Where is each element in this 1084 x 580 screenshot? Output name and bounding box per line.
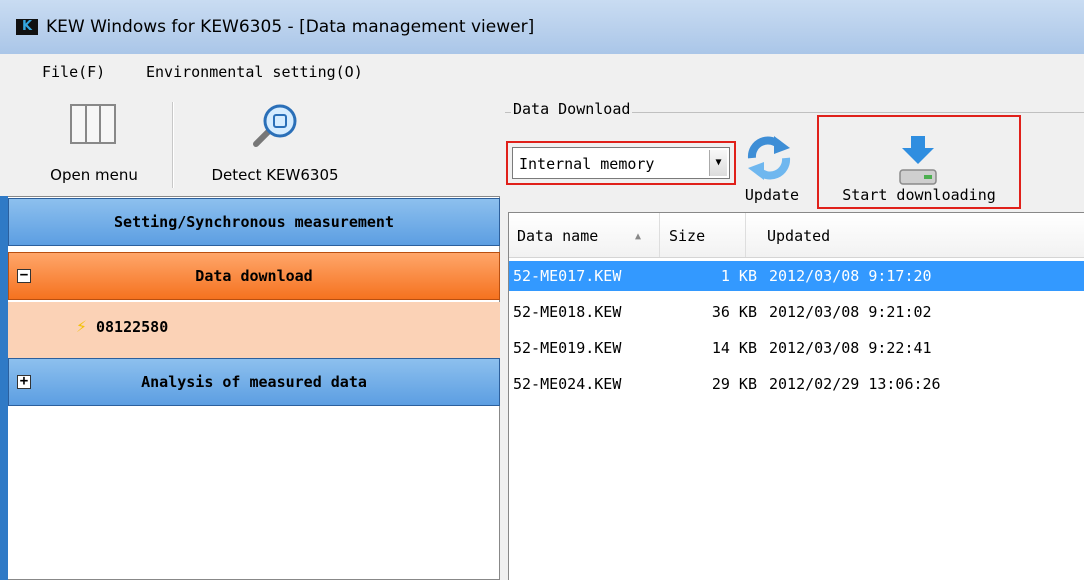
nav-device-item[interactable]: ⚡ 08122580 (8, 302, 500, 358)
nav-group-data-download-label: Data download (195, 267, 313, 285)
file-updated: 2012/03/08 9:22:41 (769, 339, 932, 357)
file-row[interactable]: 52-ME017.KEW 1 KB 2012/03/08 9:17:20 (509, 261, 1084, 291)
file-updated: 2012/03/08 9:17:20 (769, 267, 932, 285)
highlight-box-source (506, 141, 736, 185)
file-name: 52-ME024.KEW (513, 375, 622, 393)
file-list[interactable]: Data name ▲ Size Updated 52-ME017.KEW 1 … (508, 212, 1084, 580)
nav-group-analysis[interactable]: + Analysis of measured data (8, 358, 500, 406)
toolbar-separator (172, 102, 174, 188)
menu-bar: File(F) Environmental setting(O) (0, 54, 1084, 90)
column-divider[interactable] (659, 213, 660, 257)
nav-group-data-download[interactable]: − Data download (8, 252, 500, 300)
nav-group-setting-label: Setting/Synchronous measurement (114, 213, 394, 231)
file-updated: 2012/02/29 13:06:26 (769, 375, 941, 393)
open-menu-button[interactable]: Open menu (34, 104, 154, 188)
file-size: 29 KB (711, 375, 757, 393)
file-row[interactable]: 52-ME019.KEW 14 KB 2012/03/08 9:22:41 (509, 333, 1084, 363)
file-name: 52-ME019.KEW (513, 339, 622, 357)
column-size[interactable]: Size (669, 227, 705, 245)
file-size: 1 KB (720, 267, 757, 285)
menu-file[interactable]: File(F) (42, 63, 105, 81)
file-updated: 2012/03/08 9:21:02 (769, 303, 932, 321)
menu-environmental-setting[interactable]: Environmental setting(O) (146, 63, 363, 81)
lightning-icon: ⚡ (76, 316, 87, 337)
magnifier-icon (253, 104, 297, 147)
refresh-icon (747, 136, 791, 180)
collapse-icon[interactable]: − (17, 268, 31, 283)
update-button[interactable]: Update (732, 132, 812, 206)
highlight-box-start (817, 115, 1021, 209)
navigation-edge (0, 196, 8, 580)
column-data-name[interactable]: Data name (517, 227, 598, 245)
detect-device-button[interactable]: Detect KEW6305 (180, 104, 370, 188)
app-logo-icon: K (16, 19, 38, 35)
file-size: 36 KB (711, 303, 757, 321)
file-size: 14 KB (711, 339, 757, 357)
file-row[interactable]: 52-ME018.KEW 36 KB 2012/03/08 9:21:02 (509, 297, 1084, 327)
file-row[interactable]: 52-ME024.KEW 29 KB 2012/02/29 13:06:26 (509, 369, 1084, 399)
file-name: 52-ME017.KEW (513, 267, 622, 285)
window-title: KEW Windows for KEW6305 - [Data manageme… (46, 17, 535, 37)
sort-ascending-icon: ▲ (635, 231, 642, 242)
file-name: 52-ME018.KEW (513, 303, 622, 321)
nav-group-analysis-label: Analysis of measured data (141, 373, 367, 391)
columns-icon (70, 104, 116, 144)
detect-device-label: Detect KEW6305 (211, 166, 339, 184)
column-updated[interactable]: Updated (767, 227, 830, 245)
device-serial: 08122580 (96, 318, 169, 336)
expand-icon[interactable]: + (17, 374, 31, 389)
data-download-caption: Data Download (511, 100, 633, 118)
column-divider[interactable] (745, 213, 746, 257)
file-list-header: Data name ▲ Size Updated (509, 213, 1084, 258)
title-bar: K KEW Windows for KEW6305 - [Data manage… (0, 0, 1084, 54)
nav-group-setting[interactable]: Setting/Synchronous measurement (8, 198, 500, 246)
open-menu-label: Open menu (50, 166, 138, 184)
update-label: Update (744, 186, 800, 204)
toolbar: Open menu Detect KEW6305 (0, 90, 508, 196)
